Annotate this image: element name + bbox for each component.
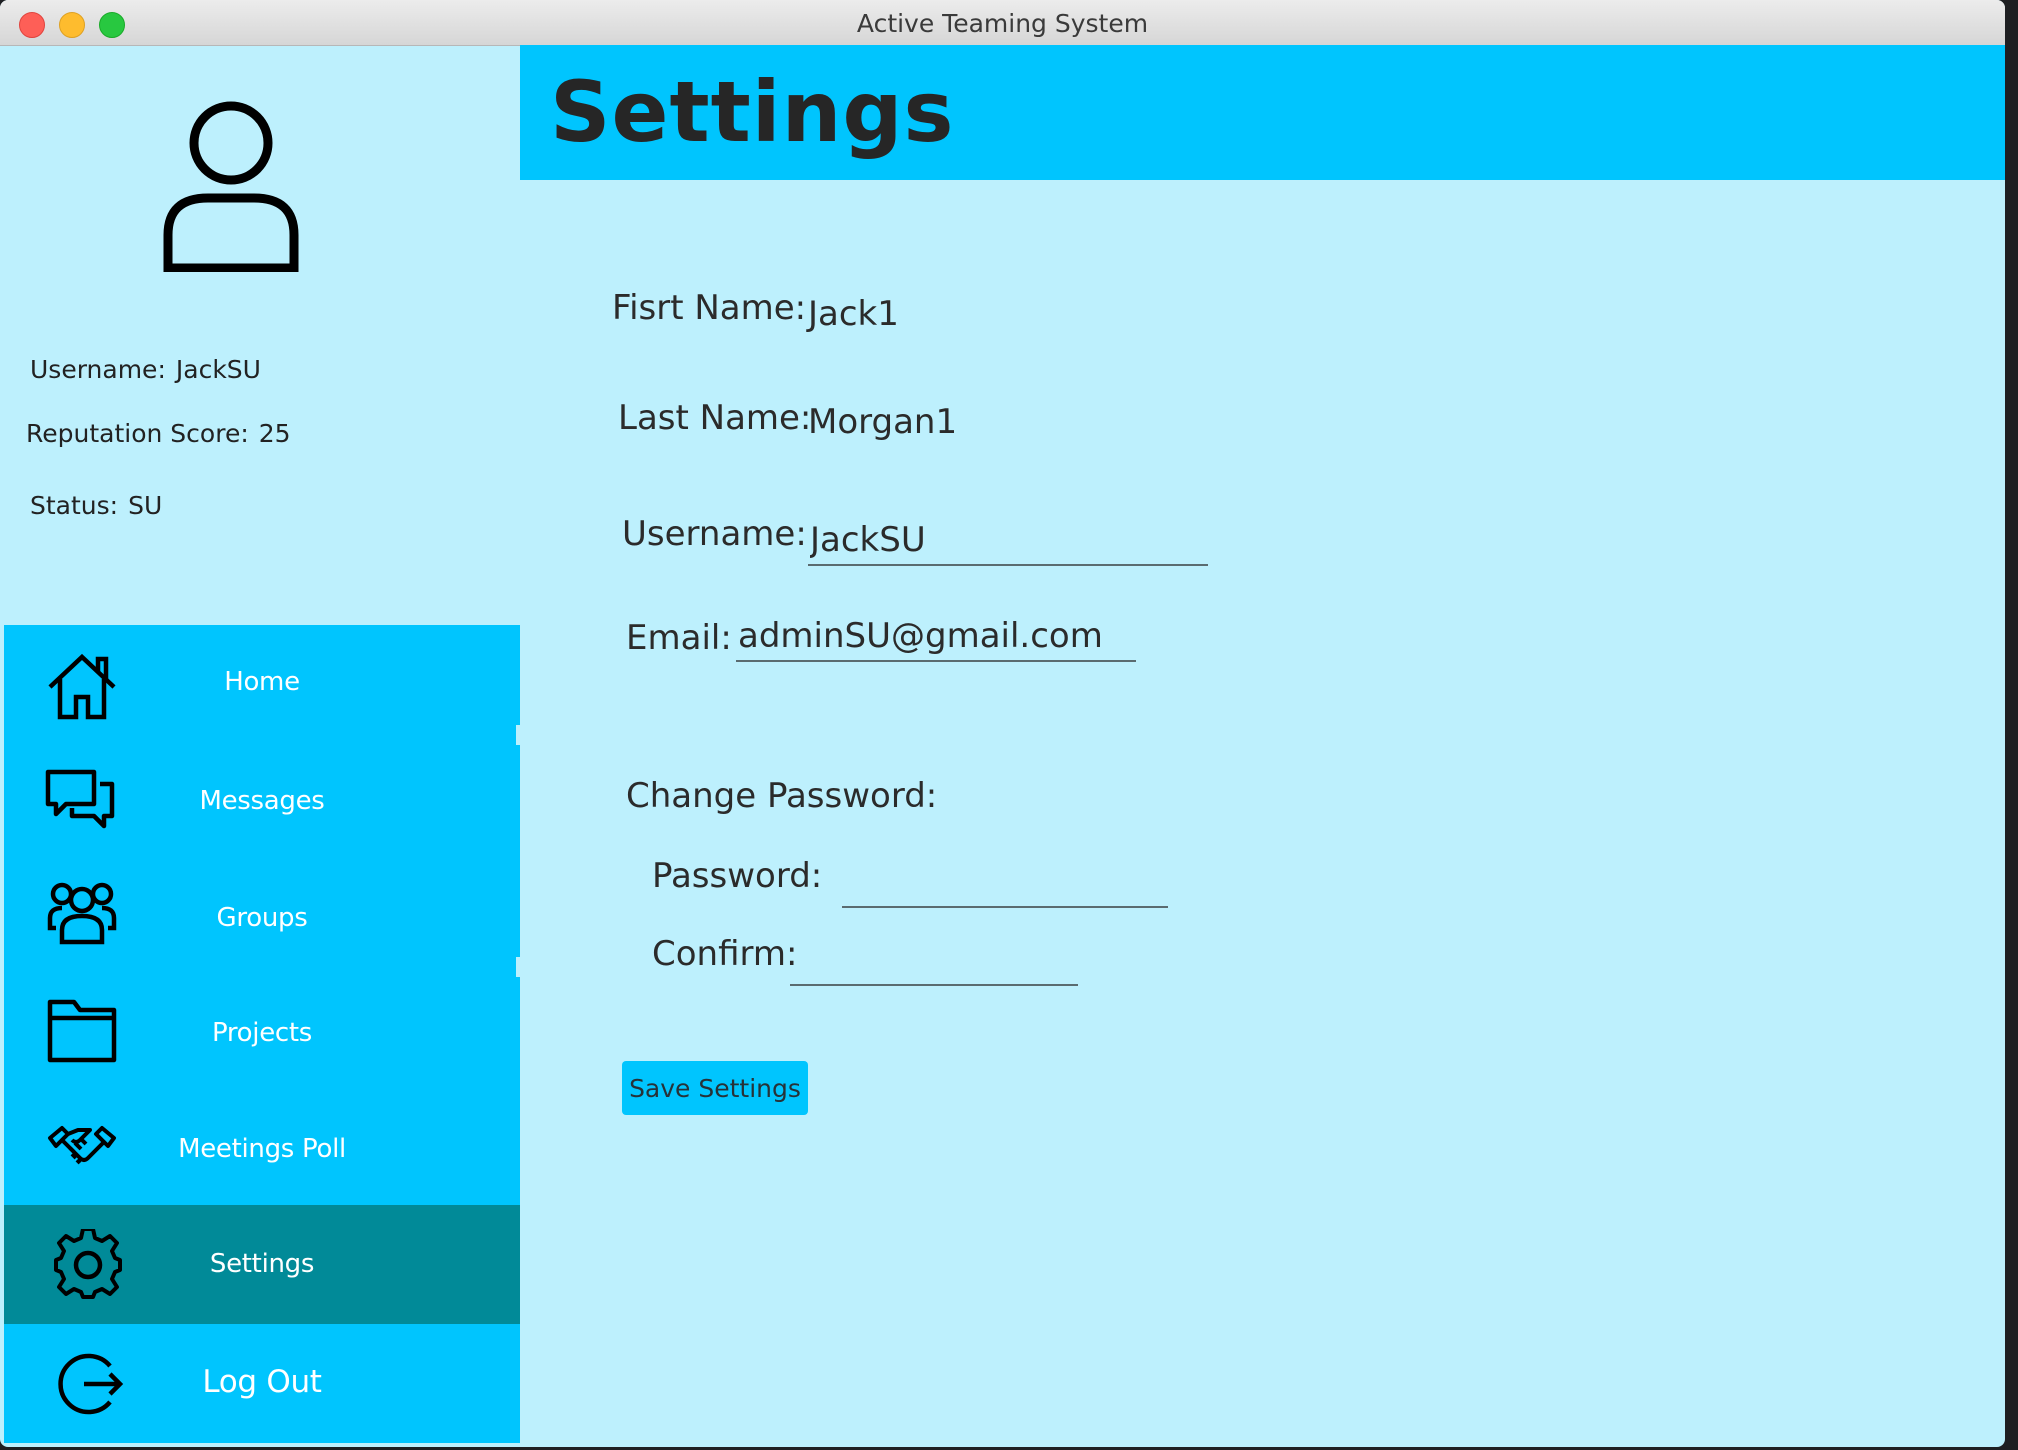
sidebar-item-groups[interactable]: Groups [4, 859, 520, 974]
title-bar: Active Teaming System [0, 0, 2005, 46]
app-window: Active Teaming System Username: JackSU Re… [0, 0, 2005, 1447]
sidebar-item-meetings-poll[interactable]: Meetings Poll [4, 1092, 520, 1205]
email-field[interactable] [736, 616, 1136, 662]
first-name-label: Fisrt Name: [612, 288, 807, 328]
user-icon [163, 101, 299, 272]
change-password-label: Change Password: [626, 776, 938, 816]
profile-username-value: JackSU [175, 355, 261, 384]
password-field[interactable] [842, 858, 1168, 908]
sidebar-item-label: Groups [216, 903, 308, 933]
username-field[interactable] [808, 520, 1208, 566]
sidebar-item-home[interactable]: Home [4, 625, 520, 744]
profile-status-value: SU [128, 491, 163, 520]
window-title: Active Teaming System [856, 9, 1149, 38]
profile-status-label: Status: [30, 491, 119, 520]
sidebar-item-settings[interactable]: Settings [4, 1205, 520, 1324]
profile-reputation-label: Reputation Score: [26, 419, 249, 448]
profile-username-label: Username: [30, 355, 166, 384]
last-name-label: Last Name: [618, 398, 812, 438]
profile-status: Status: SU [30, 491, 172, 520]
email-label: Email: [626, 618, 732, 658]
profile-username: Username: JackSU [30, 355, 271, 384]
profile-reputation: Reputation Score: 25 [26, 419, 301, 448]
page-header: Settings [520, 45, 2005, 180]
sidebar-item-label: Home [224, 667, 300, 697]
page-title: Settings [550, 63, 955, 161]
profile-reputation-value: 25 [258, 419, 291, 448]
confirm-password-field[interactable] [790, 936, 1078, 986]
sidebar-item-label: Projects [211, 1018, 313, 1048]
sidebar-item-projects[interactable]: Projects [4, 974, 520, 1092]
sidebar-item-messages[interactable]: Messages [4, 744, 520, 859]
sidebar-item-label: Messages [199, 786, 325, 816]
first-name-value: Jack1 [808, 294, 899, 334]
sidebar-item-label: Meetings Poll [178, 1134, 346, 1164]
sidebar-item-label: Log Out [202, 1364, 322, 1400]
username-label: Username: [622, 514, 807, 554]
save-settings-button[interactable]: Save Settings [622, 1061, 808, 1115]
last-name-value: Morgan1 [808, 402, 958, 442]
sidebar-item-log-out[interactable]: Log Out [4, 1324, 520, 1443]
sidebar-nav: Home Messages Groups Projects Meetings P… [4, 625, 520, 1443]
password-label: Password: [652, 856, 823, 896]
nav-divider [516, 725, 520, 745]
sidebar-item-label: Settings [209, 1249, 315, 1279]
confirm-label: Confirm: [652, 934, 798, 974]
